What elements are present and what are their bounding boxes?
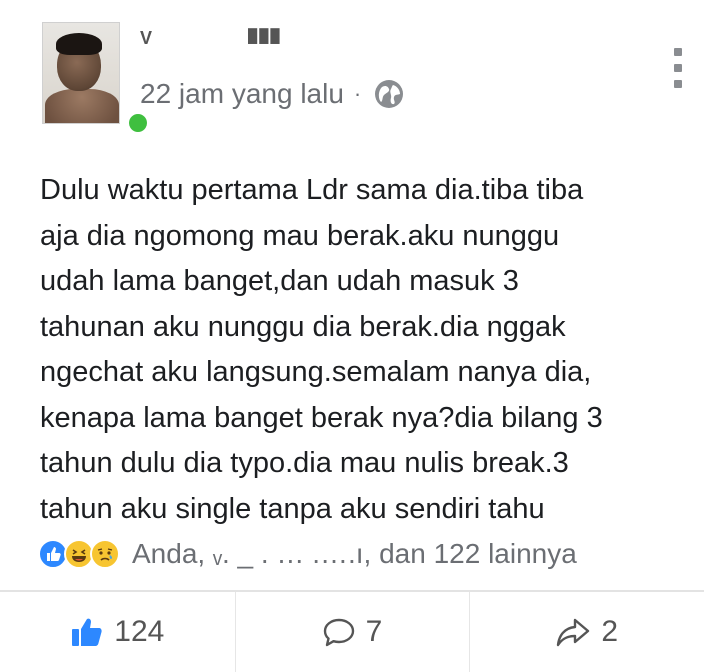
like-button[interactable]: 124 [0,592,235,672]
post-text-line: udah lama banget,dan udah masuk 3 [40,265,519,297]
post-text-line: tahunan aku nunggu dia berak.dia nggak [40,310,566,343]
author-name-extra[interactable]: ███ [248,28,282,43]
comment-button[interactable]: 7 [234,592,470,672]
reaction-summary[interactable]: Anda, ᵥ. _ . … .….ı, dan 122 lainnya [38,534,577,574]
share-arrow-icon [555,616,591,648]
post-text-line: aja dia ngomong mau berak.aku nunggu [40,219,560,252]
sad-reaction-icon [90,539,120,569]
post-meta: 22 jam yang lalu · [140,78,405,110]
comment-count: 7 [365,615,383,648]
post-text-line: ngechat aku langsung.semalam nanya dia, [40,356,592,388]
share-button[interactable]: 2 [469,592,704,672]
thumbs-up-icon [70,616,104,648]
reaction-summary-text[interactable]: Anda, ᵥ. _ . … .….ı, dan 122 lainnya [132,538,577,570]
post-text-line: kenapa lama banget berak nya?dia bilang … [40,401,603,434]
vertical-dots-icon[interactable] [674,48,684,88]
share-count: 2 [601,615,619,648]
post-text-line: Dulu waktu pertama Ldr sama dia.tiba tib… [40,174,584,206]
post-text-line: tahun dulu dia typo.dia mau nulis break.… [40,447,569,479]
avatar-image[interactable] [42,22,120,124]
post-body-text: Dulu waktu pertama Ldr sama dia.tiba tib… [40,168,690,532]
post-timestamp[interactable]: 22 jam yang lalu [140,78,344,110]
author-name[interactable]: V [140,28,154,49]
post-header: V ███ 22 jam yang lalu · [20,18,684,135]
like-count: 124 [114,615,165,648]
facebook-post: V ███ 22 jam yang lalu · Dulu waktu pert… [0,0,704,672]
online-status-indicator [126,111,150,135]
meta-separator: · [353,81,362,106]
post-action-bar: 124 7 2 [0,592,704,672]
post-text-line: tahun aku single tanpa aku sendiri tahu [40,492,545,525]
comment-icon [322,616,356,648]
globe-icon[interactable] [373,78,405,110]
author-avatar[interactable] [42,22,150,135]
